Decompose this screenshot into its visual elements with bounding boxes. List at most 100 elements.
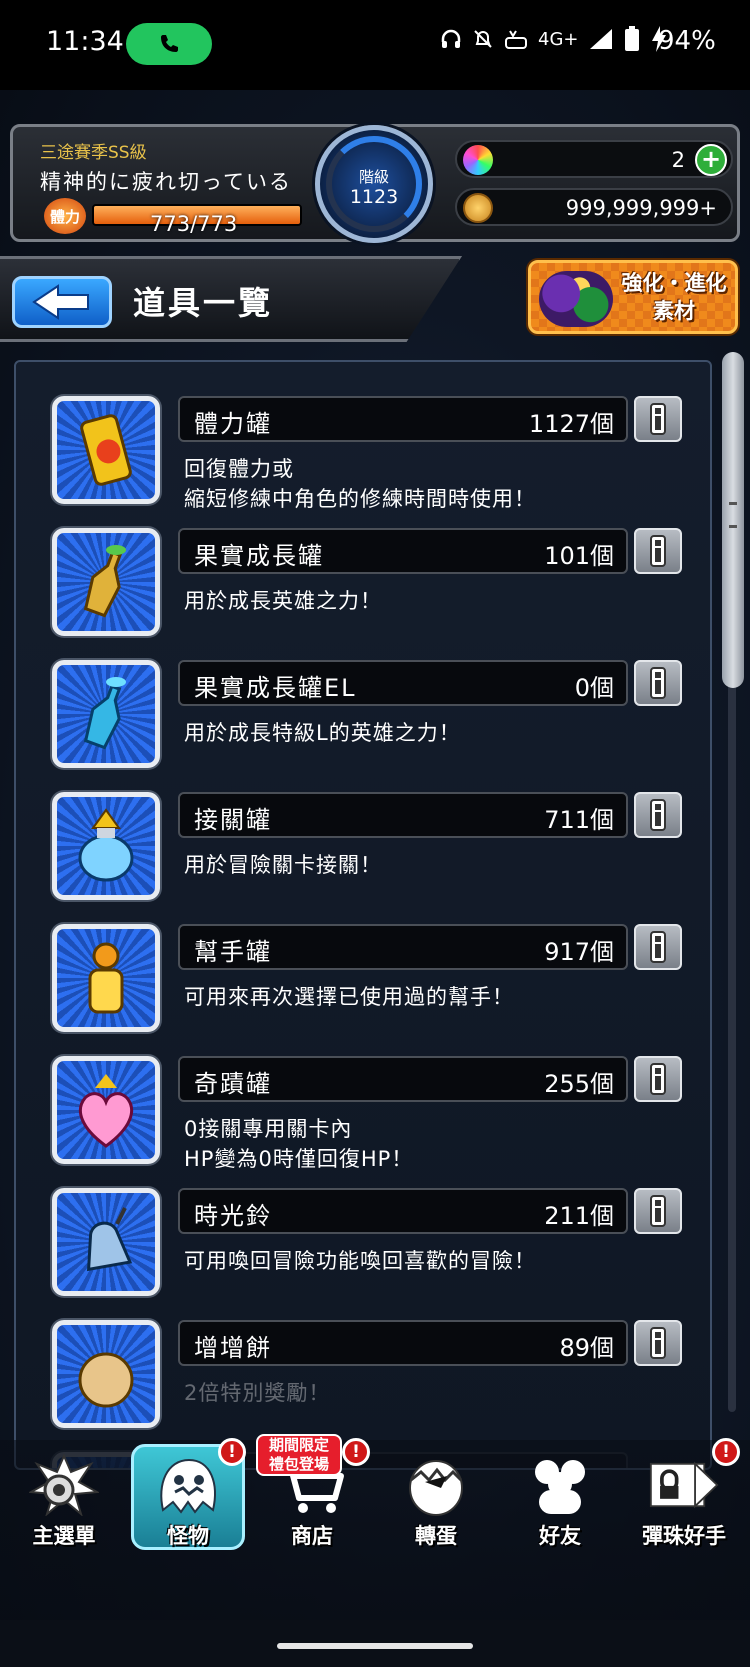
item-row[interactable]: 幫手罐 917個 可用來再次選擇已使用過的幫手！: [16, 890, 710, 1032]
tab-label: 怪物: [167, 1524, 209, 1548]
item-count: 255個: [544, 1070, 614, 1098]
info-icon: [650, 1327, 666, 1359]
item-info-button[interactable]: [634, 528, 682, 574]
item-name-box: 時光鈴 211個: [178, 1188, 628, 1234]
ongoing-call-chip[interactable]: [126, 23, 212, 65]
info-icon: [650, 931, 666, 963]
item-name-box: 幫手罐 917個: [178, 924, 628, 970]
network-type: 4G+: [538, 28, 579, 50]
item-row[interactable]: 接關罐 711個 用於冒險關卡接關！: [16, 758, 710, 900]
season-label: 三途賽季SS級: [40, 143, 147, 163]
home-gesture-pill[interactable]: [277, 1643, 473, 1649]
item-name: 增增餅: [194, 1334, 272, 1362]
tab-marble-player[interactable]: 彈珠好手: [624, 1454, 744, 1554]
continue-jar-icon: [52, 792, 160, 900]
item-name-box: 果實成長罐EL 0個: [178, 660, 628, 706]
status-icons: 4G+: [440, 26, 668, 52]
item-name: 接關罐: [194, 806, 272, 834]
page-title: 道具一覽: [133, 284, 274, 322]
back-arrow-icon: [32, 284, 89, 320]
item-count: 211個: [544, 1202, 614, 1230]
phone-icon: [161, 35, 178, 52]
item-info-button[interactable]: [634, 792, 682, 838]
status-bar: 11:34 4G+ 94%: [0, 0, 750, 90]
stamina-can-icon: [52, 396, 160, 504]
add-orb-button[interactable]: +: [695, 144, 727, 176]
signal-icon: [590, 29, 613, 49]
item-row[interactable]: 果實成長罐EL 0個用於成長特級L的英雄之力！: [16, 626, 710, 768]
rank-badge[interactable]: 階級 1123: [315, 125, 433, 243]
item-name: 果實成長罐EL: [194, 674, 357, 702]
item-list-panel[interactable]: 體力罐 1127個 回復體力或 縮短修練中角色的修練時間時使用！ 果實成長罐 101個用…: [14, 360, 712, 1470]
item-name: 果實成長罐: [194, 542, 324, 570]
item-info-button[interactable]: [634, 1056, 682, 1102]
item-row[interactable]: 時光鈴 211個 可用喚回冒險功能喚回喜歡的冒險！: [16, 1154, 710, 1296]
marble-tab-badge: !: [712, 1438, 740, 1466]
info-icon: [650, 667, 666, 699]
item-description: 2倍特別獎勵！: [184, 1381, 331, 1405]
coin-icon: [463, 193, 493, 223]
helper-jar-icon: [52, 924, 160, 1032]
orb-count: 2: [671, 148, 685, 172]
item-name-box: 體力罐 1127個: [178, 396, 628, 442]
tab-label: 彈珠好手: [642, 1524, 726, 1548]
materials-icon: [539, 271, 613, 327]
tab-label: 主選單: [32, 1524, 96, 1548]
miracle-jar-icon: [52, 1056, 160, 1164]
item-name-box: 奇蹟罐 255個: [178, 1056, 628, 1102]
scroll-grip-icon: [729, 502, 737, 528]
item-name-box: 果實成長罐 101個: [178, 528, 628, 574]
stamina-label: 體力: [49, 207, 80, 226]
gacha-egg-icon: [401, 1454, 471, 1516]
info-icon: [650, 799, 666, 831]
item-description: 可用喚回冒險功能喚回喜歡的冒險！: [184, 1249, 536, 1273]
item-count: 0個: [574, 674, 614, 702]
item-row[interactable]: 增增餅 89個 2倍特別獎勵！: [16, 1286, 710, 1428]
item-row[interactable]: 果實成長罐 101個用於成長英雄之力！: [16, 494, 710, 636]
item-name: 奇蹟罐: [194, 1070, 272, 1098]
item-info-button[interactable]: [634, 1320, 682, 1366]
stamina-icon: 體力: [44, 198, 86, 234]
item-count: 917個: [544, 938, 614, 966]
item-count: 1127個: [528, 410, 614, 438]
item-description: 用於成長特級L的英雄之力！: [184, 721, 461, 745]
item-info-button[interactable]: [634, 924, 682, 970]
item-count: 89個: [559, 1334, 614, 1362]
stamina-text: 773/773: [150, 212, 238, 236]
shop-tab-badge: !: [342, 1438, 370, 1466]
limited-offer-tag[interactable]: 期間限定 禮包登場: [256, 1434, 342, 1476]
battery-percent: 94%: [658, 26, 716, 56]
coin-count: 999,999,999+: [565, 196, 717, 220]
tab-friends[interactable]: 好友: [500, 1454, 620, 1554]
info-icon: [650, 1063, 666, 1095]
item-info-button[interactable]: [634, 396, 682, 442]
tab-label: 好友: [539, 1524, 581, 1548]
scrollbar-thumb[interactable]: [722, 352, 744, 688]
headphones-icon: [441, 29, 461, 48]
item-info-button[interactable]: [634, 660, 682, 706]
coin-counter: 999,999,999+: [455, 188, 733, 226]
item-description: 用於成長英雄之力！: [184, 589, 382, 613]
item-name: 體力罐: [194, 410, 272, 438]
evolve-materials-label: 強化・進化 素材: [621, 271, 727, 323]
item-count: 711個: [544, 806, 614, 834]
rank-label: 階級: [358, 168, 389, 186]
volte-icon: [505, 30, 527, 49]
tab-gacha[interactable]: 轉蛋: [376, 1454, 496, 1554]
evolve-materials-button[interactable]: 強化・進化 素材: [528, 260, 738, 334]
item-row[interactable]: 奇蹟罐 255個 0接關專用關卡內 HP變為0時僅回復HP！: [16, 1022, 710, 1171]
tab-main-menu[interactable]: 主選單: [4, 1454, 124, 1554]
item-name: 時光鈴: [194, 1202, 272, 1230]
item-row[interactable]: 體力罐 1127個 回復體力或 縮短修練中角色的修練時間時使用！: [16, 362, 710, 511]
cookie-icon: [52, 1320, 160, 1428]
fruit-bottle-icon: [52, 528, 160, 636]
tab-monsters[interactable]: 怪物: [128, 1454, 248, 1554]
item-info-button[interactable]: [634, 1188, 682, 1234]
back-button[interactable]: [12, 276, 112, 328]
player-title: 精神的に疲れ切っている: [40, 170, 292, 194]
main-menu-icon: [29, 1454, 99, 1516]
friends-icon: [525, 1454, 595, 1516]
item-count: 101個: [544, 542, 614, 570]
monster-icon: [153, 1454, 223, 1516]
status-time: 11:34: [46, 26, 124, 57]
